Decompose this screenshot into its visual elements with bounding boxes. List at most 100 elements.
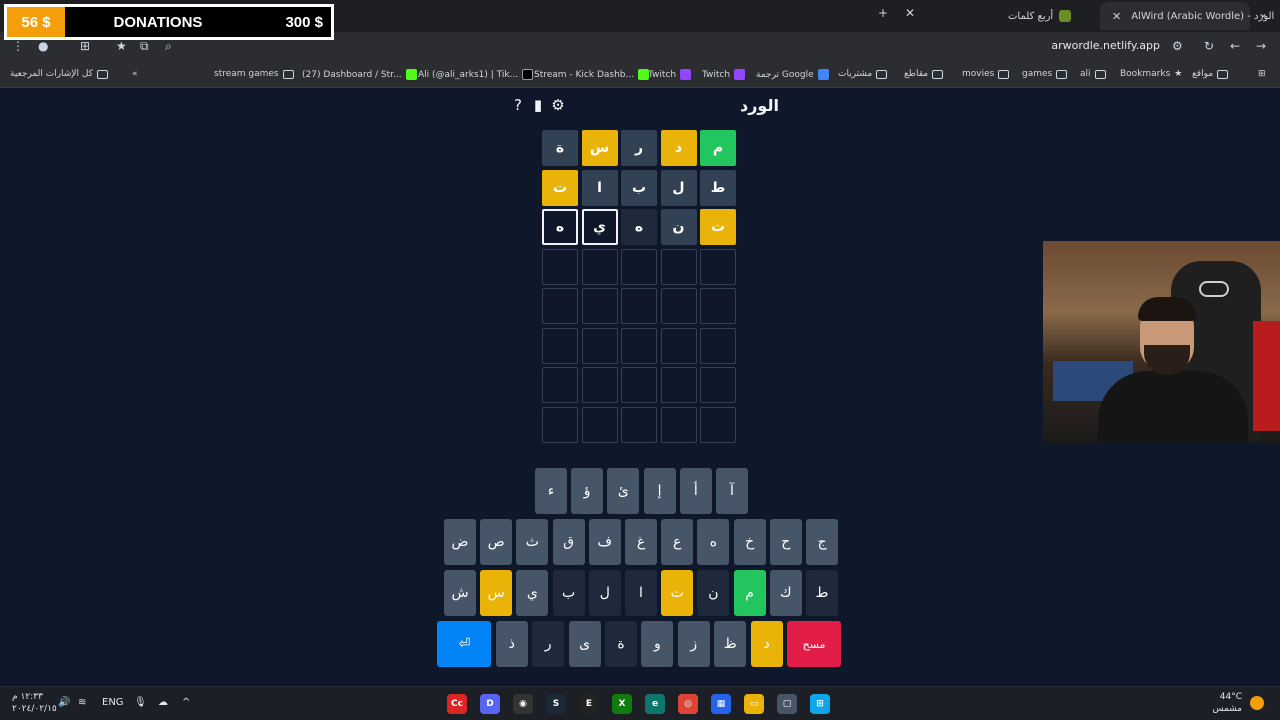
url-field[interactable]: arwordle.netlify.app bbox=[1051, 39, 1160, 52]
apps-grid-icon[interactable]: ⊞ bbox=[1258, 69, 1266, 79]
bookmark-item[interactable]: (27) Dashboard / Str... bbox=[302, 69, 417, 80]
epic-games-icon[interactable]: E bbox=[579, 694, 599, 714]
keyboard-key[interactable]: س bbox=[480, 570, 513, 616]
bookmark-item[interactable]: مشتريات bbox=[838, 69, 888, 79]
forward-arrow-icon[interactable]: ← bbox=[1230, 39, 1240, 53]
keyboard-key[interactable]: د bbox=[750, 621, 783, 667]
weather-widget[interactable]: 44°C مشمس bbox=[1212, 691, 1242, 715]
keyboard-key[interactable]: ا bbox=[625, 570, 657, 616]
keyboard-key[interactable]: ب bbox=[552, 570, 585, 616]
stats-icon[interactable]: ▮ bbox=[529, 96, 547, 114]
keyboard-key[interactable]: و bbox=[641, 621, 674, 667]
keyboard-key[interactable]: ه bbox=[697, 519, 730, 565]
bookmarks-chevron-icon[interactable]: « bbox=[132, 69, 138, 79]
new-tab-plus-icon[interactable]: + bbox=[878, 6, 888, 20]
back-arrow-icon[interactable]: → bbox=[1256, 39, 1266, 53]
reload-icon[interactable]: ↻ bbox=[1204, 39, 1214, 53]
menu-icon[interactable]: ⋮ bbox=[12, 39, 24, 53]
system-clock[interactable]: ١٢:٣٣ م ٢٠٢٤/٠٢/١٥ bbox=[12, 691, 57, 715]
language-indicator[interactable]: ENG bbox=[102, 697, 124, 708]
keyboard-key[interactable]: ط bbox=[806, 570, 838, 616]
keyboard-key[interactable]: ث bbox=[516, 519, 549, 565]
keyboard-key[interactable]: ف bbox=[588, 519, 621, 565]
bookmark-item[interactable]: مقاطع bbox=[904, 69, 944, 79]
settings-gear-icon[interactable]: ⚙ bbox=[549, 96, 567, 114]
extensions-icon[interactable]: ⊞ bbox=[80, 39, 90, 53]
keyboard-key[interactable]: إ bbox=[643, 468, 676, 514]
file-explorer-icon[interactable]: ▭ bbox=[744, 694, 764, 714]
keyboard-key[interactable]: ل bbox=[588, 570, 621, 616]
bookmark-item[interactable]: Bookmarks ★ bbox=[1120, 69, 1182, 79]
store-icon[interactable]: ▦ bbox=[711, 694, 731, 714]
keyboard-key[interactable]: ت bbox=[661, 570, 694, 616]
onedrive-icon[interactable]: ☁ bbox=[158, 697, 168, 708]
keyboard-key[interactable]: ك bbox=[769, 570, 802, 616]
page-title: الورد bbox=[740, 96, 779, 115]
bookmark-item[interactable]: games bbox=[1022, 69, 1068, 79]
keyboard-key[interactable]: آ bbox=[716, 468, 748, 514]
close-icon[interactable]: ✕ bbox=[905, 6, 915, 20]
edge-icon[interactable]: e bbox=[645, 694, 665, 714]
keyboard-key[interactable]: ص bbox=[480, 519, 513, 565]
bookmark-item[interactable]: stream games bbox=[214, 69, 294, 79]
enter-key[interactable]: ⏎ bbox=[437, 621, 492, 667]
bookmark-item[interactable]: Twitch bbox=[648, 69, 692, 80]
donations-label: DONATIONS bbox=[113, 13, 203, 31]
keyboard-key[interactable]: ى bbox=[568, 621, 601, 667]
star-icon[interactable]: ★ bbox=[116, 39, 127, 53]
keyboard-key[interactable]: م bbox=[733, 570, 766, 616]
keyboard-key[interactable]: ذ bbox=[495, 621, 528, 667]
keyboard-key[interactable]: غ bbox=[625, 519, 657, 565]
tray-chevron-icon[interactable]: ^ bbox=[182, 697, 190, 708]
keyboard-key[interactable]: ج bbox=[806, 519, 838, 565]
keyboard-key[interactable]: ن bbox=[697, 570, 730, 616]
bookmark-item[interactable]: Ali (@ali_arks1) | Tik... bbox=[418, 69, 534, 80]
close-icon[interactable]: ✕ bbox=[1112, 10, 1121, 23]
keyboard-key[interactable]: ع bbox=[661, 519, 694, 565]
chrome-icon[interactable]: ◎ bbox=[678, 694, 698, 714]
keyboard-key[interactable]: ض bbox=[444, 519, 476, 565]
install-icon[interactable]: ⧉ bbox=[140, 39, 149, 54]
keyboard-key[interactable]: ي bbox=[516, 570, 549, 616]
zoom-icon[interactable]: ⌕ bbox=[165, 39, 172, 54]
delete-key[interactable]: مسح bbox=[787, 621, 841, 667]
tab-alwird[interactable]: ✕ AlWird (Arabic Wordle) - الورد bbox=[1100, 2, 1274, 30]
obs-icon[interactable]: ◉ bbox=[513, 694, 533, 714]
bookmark-item[interactable]: ترجمة Google bbox=[756, 69, 829, 80]
bookmark-item[interactable]: كل الإشارات المرجعية bbox=[10, 69, 108, 79]
wifi-icon[interactable]: ≋ bbox=[78, 697, 86, 708]
site-settings-icon[interactable]: ⚙ bbox=[1172, 39, 1183, 53]
google-translate-icon bbox=[817, 69, 829, 80]
keyboard-key[interactable]: ق bbox=[552, 519, 585, 565]
bookmark-item[interactable]: مواقع bbox=[1192, 69, 1229, 79]
bookmark-item[interactable]: Stream - Kick Dashb... bbox=[534, 69, 650, 80]
keyboard-key[interactable]: أ bbox=[679, 468, 712, 514]
keyboard-key[interactable]: ة bbox=[605, 621, 637, 667]
bookmark-item[interactable]: movies bbox=[962, 69, 1010, 79]
keyboard-key[interactable]: ظ bbox=[714, 621, 747, 667]
steam-icon[interactable]: S bbox=[546, 694, 566, 714]
tab-four-words[interactable]: أربع كلمات bbox=[1000, 2, 1096, 30]
microphone-icon[interactable]: 🎙 bbox=[134, 697, 147, 708]
discord-icon[interactable]: D bbox=[480, 694, 500, 714]
kick-icon bbox=[638, 69, 650, 80]
windows-start-icon[interactable]: ⊞ bbox=[810, 694, 830, 714]
xbox-icon[interactable]: X bbox=[612, 694, 632, 714]
keyboard-key[interactable]: ر bbox=[532, 621, 565, 667]
keyboard-key[interactable]: ز bbox=[677, 621, 710, 667]
keyboard-key[interactable]: ئ bbox=[607, 468, 640, 514]
volume-icon[interactable]: 🔊 bbox=[58, 697, 70, 708]
profile-icon[interactable]: ● bbox=[38, 39, 48, 53]
keyboard-key[interactable]: ح bbox=[769, 519, 802, 565]
bookmark-item[interactable]: Twitch bbox=[702, 69, 746, 80]
creative-cloud-icon[interactable]: Cc bbox=[447, 694, 467, 714]
board-tile bbox=[660, 367, 697, 403]
bookmark-item[interactable]: ali bbox=[1080, 69, 1106, 79]
keyboard-key[interactable]: ش bbox=[444, 570, 476, 616]
keyboard-key[interactable]: خ bbox=[733, 519, 766, 565]
board-tile: ت bbox=[542, 169, 578, 206]
keyboard-key[interactable]: ء bbox=[535, 468, 567, 514]
task-view-icon[interactable]: ▢ bbox=[777, 694, 797, 714]
help-icon[interactable]: ? bbox=[509, 96, 527, 114]
keyboard-key[interactable]: ؤ bbox=[571, 468, 604, 514]
